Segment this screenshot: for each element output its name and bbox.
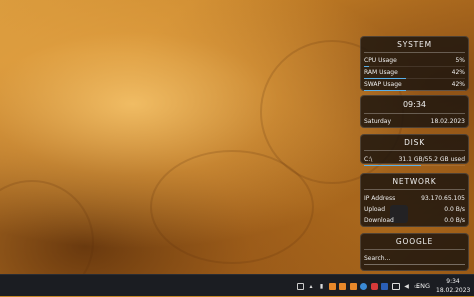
- wallpaper-swirl: [0, 180, 94, 274]
- google-title: GOOGLE: [395, 237, 434, 246]
- disk-drive: C:\: [364, 156, 373, 163]
- disk-bar-fill: [364, 165, 421, 166]
- download-label: Download: [364, 217, 394, 224]
- ram-value: 42%: [451, 69, 465, 76]
- swap-value: 42%: [451, 81, 465, 88]
- taskbar-clock[interactable]: 9:34 18.02.2023: [436, 277, 470, 295]
- google-search-input[interactable]: Search...: [361, 253, 468, 264]
- taskbar-date: 18.02.2023: [436, 287, 471, 294]
- clock-day: Saturday: [364, 118, 392, 125]
- clock-time: 09:34: [402, 100, 427, 109]
- system-tray: ▴ ▮ ◀ ▭: [297, 275, 424, 297]
- chat-icon[interactable]: [297, 282, 304, 290]
- cpu-value: 5%: [455, 57, 465, 64]
- ram-bar-fill: [364, 78, 407, 79]
- flame-icon[interactable]: ▴: [308, 283, 315, 290]
- swap-bar: [364, 90, 465, 91]
- disk-bar: [364, 165, 465, 166]
- ram-row: RAM Usage 42%: [361, 67, 468, 78]
- download-row: Download 0.0 B/s: [361, 215, 468, 226]
- divider: [364, 249, 465, 250]
- cpu-bar: [364, 66, 465, 67]
- search-placeholder: Search...: [364, 255, 391, 262]
- network-title: NETWORK: [392, 177, 437, 186]
- disk-row: C:\ 31.1 GB/55.2 GB used: [361, 154, 468, 165]
- download-value: 0.0 B/s: [444, 217, 465, 224]
- date-row: Saturday 18.02.2023: [361, 116, 468, 127]
- disk-widget: DISK C:\ 31.1 GB/55.2 GB used: [360, 134, 469, 166]
- upload-label: Upload: [364, 206, 386, 213]
- usb-icon[interactable]: ▮: [318, 283, 325, 290]
- disk-title: DISK: [404, 138, 425, 147]
- ip-value: 93.170.65.105: [421, 195, 465, 202]
- cpu-row: CPU Usage 5%: [361, 55, 468, 66]
- system-widget: SYSTEM CPU Usage 5% RAM Usage 42% SWAP U…: [360, 36, 469, 91]
- ram-label: RAM Usage: [364, 69, 398, 76]
- ip-label: IP Address: [364, 195, 396, 202]
- cpu-bar-fill: [364, 66, 370, 67]
- upload-value: 0.0 B/s: [444, 206, 465, 213]
- network-widget: NETWORK IP Address 93.170.65.105 Upload …: [360, 173, 469, 227]
- app-orange-icon[interactable]: [349, 282, 357, 290]
- system-title: SYSTEM: [397, 40, 432, 49]
- google-widget: GOOGLE Search...: [360, 233, 469, 271]
- app-orange-icon[interactable]: [328, 282, 336, 290]
- divider: [364, 113, 465, 114]
- divider: [364, 150, 465, 151]
- taskbar: ▴ ▮ ◀ ▭ ENG 9:34 18.02.2023: [0, 274, 474, 296]
- search-underline: [364, 264, 465, 265]
- display-icon[interactable]: [391, 282, 400, 290]
- ram-bar: [364, 78, 465, 79]
- clock-date: 18.02.2023: [430, 118, 465, 125]
- flag-icon[interactable]: [381, 282, 388, 290]
- swap-row: SWAP Usage 42%: [361, 79, 468, 90]
- speaker-icon[interactable]: ◀: [403, 283, 410, 290]
- app-orange-icon[interactable]: [339, 282, 346, 290]
- upload-row: Upload 0.0 B/s: [361, 204, 468, 215]
- vpn-icon[interactable]: [360, 282, 367, 290]
- shield-icon[interactable]: [370, 282, 378, 290]
- disk-usage: 31.1 GB/55.2 GB used: [398, 156, 465, 163]
- swap-bar-fill: [364, 90, 407, 91]
- ip-row: IP Address 93.170.65.105: [361, 193, 468, 204]
- cpu-label: CPU Usage: [364, 57, 397, 64]
- clock-widget: 09:34 Saturday 18.02.2023: [360, 95, 469, 128]
- language-indicator[interactable]: ENG: [416, 282, 430, 290]
- swap-label: SWAP Usage: [364, 81, 402, 88]
- taskbar-time: 9:34: [446, 278, 460, 285]
